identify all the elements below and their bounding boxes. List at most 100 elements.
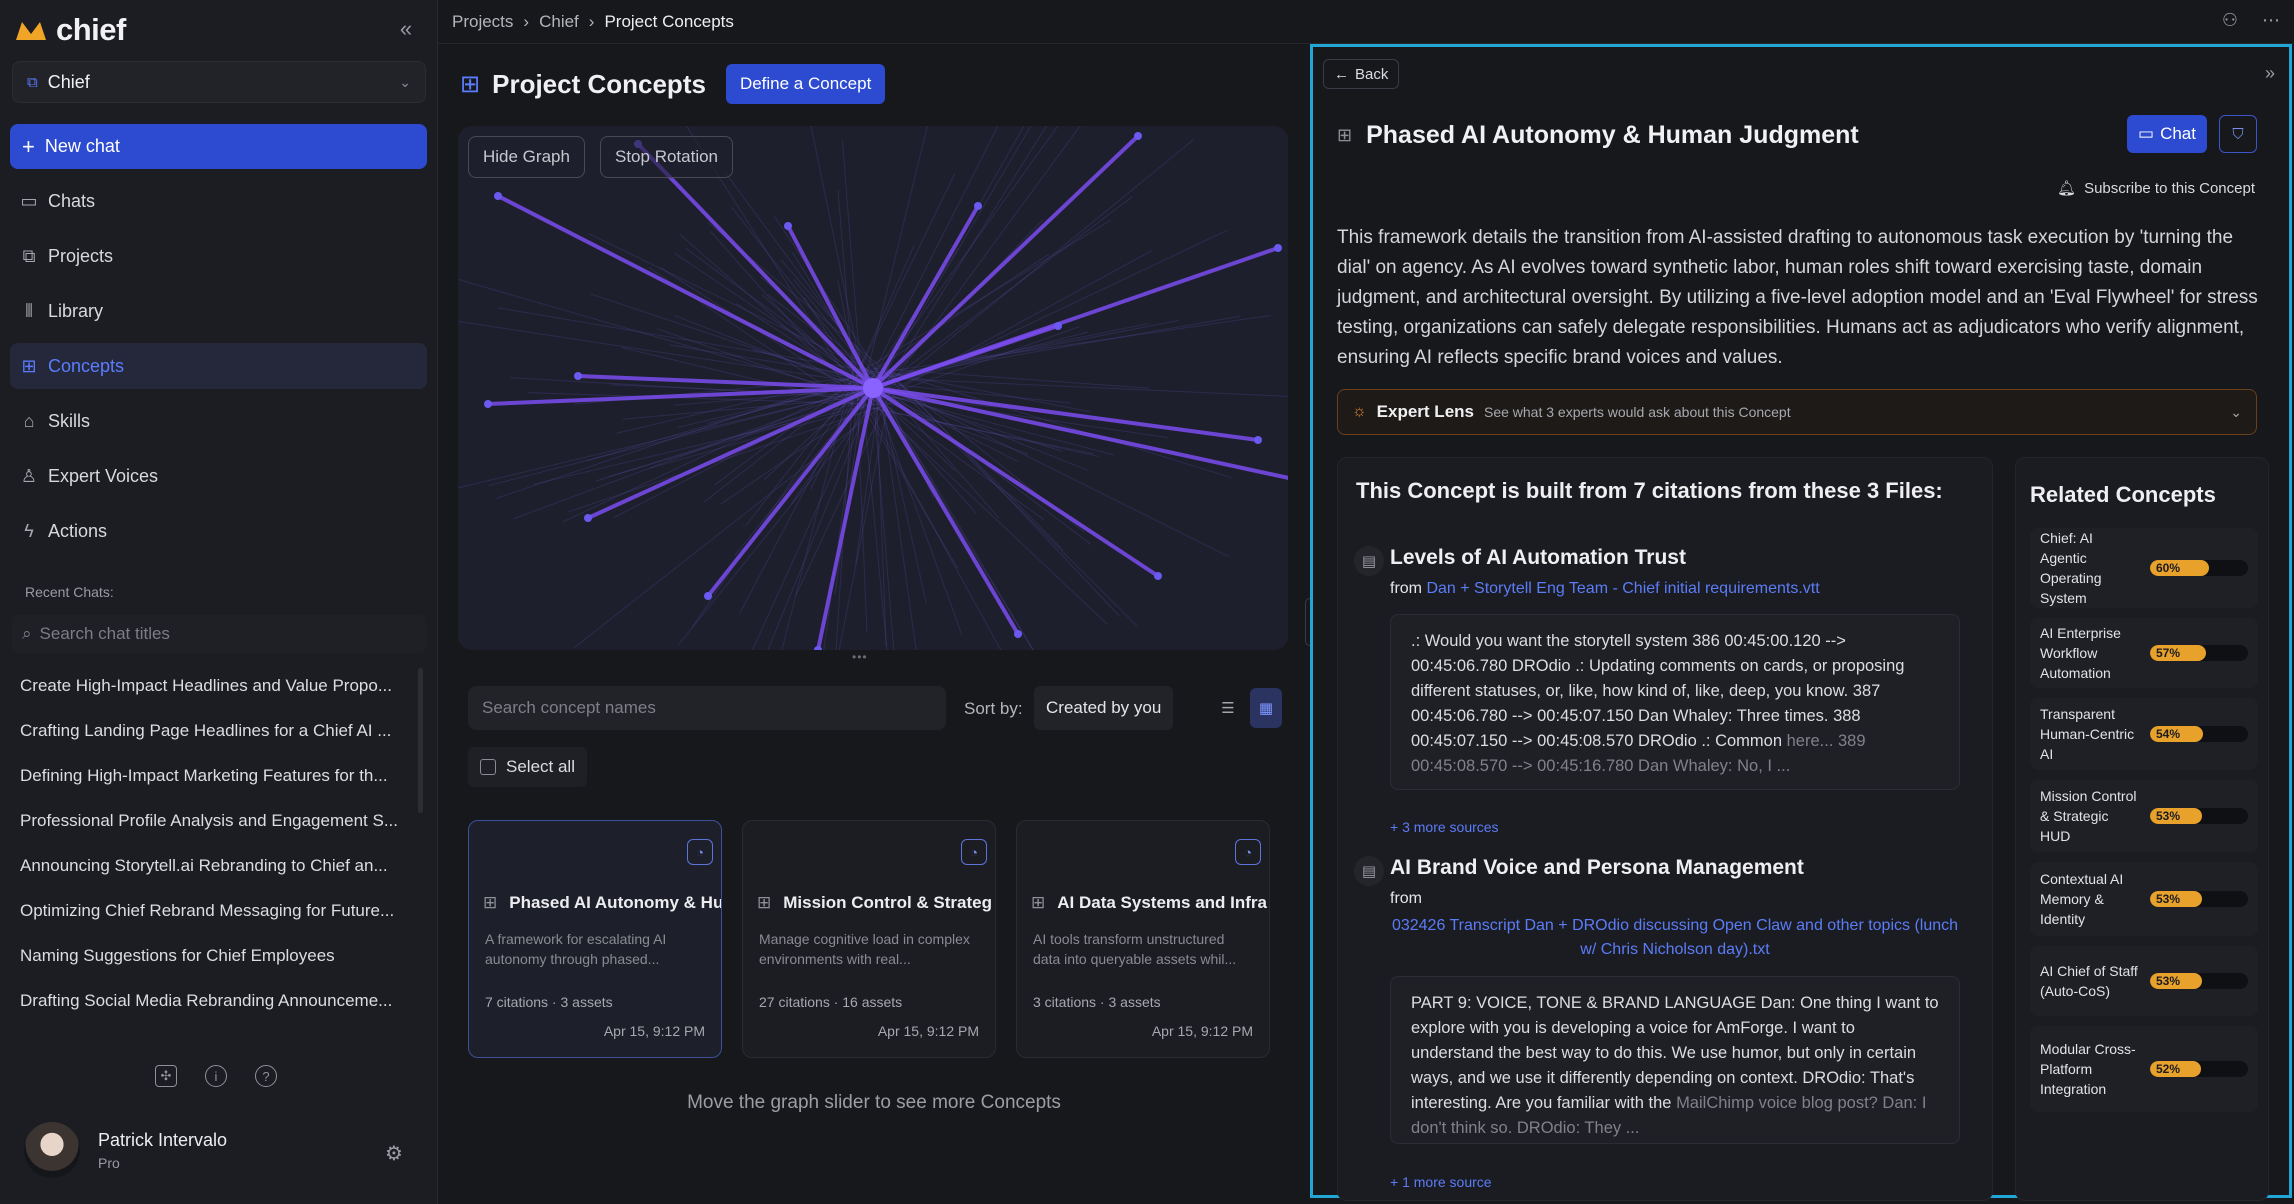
stop-rotation-button[interactable]: Stop Rotation <box>600 136 734 178</box>
similarity-bar: 53% <box>2150 973 2248 989</box>
logo[interactable]: chief <box>14 12 126 48</box>
list-view-icon[interactable]: ☰ <box>1212 688 1244 728</box>
related-concept-item[interactable]: Contextual AI Memory & Identity 53% <box>2030 862 2258 936</box>
workspace-selector[interactable]: ⧉ Chief ⌄ <box>12 61 426 103</box>
graph-node[interactable] <box>1274 244 1282 252</box>
sidebar-item-concepts[interactable]: ⊞ Concepts <box>10 343 427 389</box>
file-title: Levels of AI Automation Trust <box>1390 546 1686 569</box>
sidebar-item-label: Concepts <box>48 355 125 376</box>
page-title: Project Concepts <box>492 68 706 99</box>
sidebar-item-label: Expert Voices <box>48 465 159 486</box>
filter-icon[interactable]: ⛉ <box>2219 115 2257 153</box>
info-icon[interactable]: i <box>205 1065 227 1087</box>
related-concept-item[interactable]: Transparent Human-Centric AI 54% <box>2030 698 2258 770</box>
graph-node[interactable] <box>584 514 592 522</box>
new-chat-button[interactable]: + New chat <box>10 124 427 169</box>
user-profile[interactable]: Patrick Intervalo Pro <box>24 1122 227 1178</box>
search-concepts-input[interactable]: Search concept names <box>468 686 946 730</box>
list-item[interactable]: Professional Profile Analysis and Engage… <box>20 803 408 848</box>
search-chat-input[interactable]: ⌕ Search chat titles <box>12 615 426 653</box>
gear-icon[interactable]: ⚙ <box>383 1143 405 1165</box>
share-users-icon[interactable]: ⚇ <box>2222 10 2238 31</box>
source-link[interactable]: 032426 Transcript Dan + DROdio discussin… <box>1392 917 1958 958</box>
lightbulb-icon: ☼ <box>1352 403 1367 420</box>
sidebar-item-skills[interactable]: ⌂ Skills <box>10 398 427 444</box>
hide-graph-button[interactable]: Hide Graph <box>468 136 585 178</box>
graph-node[interactable] <box>784 222 792 230</box>
graph-node[interactable] <box>1014 630 1022 638</box>
list-item[interactable]: Naming Suggestions for Chief Employees <box>20 938 408 983</box>
related-concept-name: Modular Cross-Platform Integration <box>2040 1041 2136 1097</box>
graph-edge <box>773 216 886 382</box>
graph-node[interactable] <box>1054 322 1062 330</box>
related-concept-item[interactable]: Modular Cross-Platform Integration 52% <box>2030 1026 2258 1112</box>
sidebar-item-library[interactable]: ⫴ Library <box>10 288 427 334</box>
list-item[interactable]: Defining High-Impact Marketing Features … <box>20 758 408 803</box>
sidebar-item-expert-voices[interactable]: ♙ Expert Voices <box>10 453 427 499</box>
subscribe-button[interactable]: 🔔︎ Subscribe to this Concept <box>2057 179 2255 198</box>
list-item[interactable]: Announcing Storytell.ai Rebranding to Ch… <box>20 848 408 893</box>
puzzle-icon[interactable]: ✣ <box>155 1065 177 1087</box>
related-concept-item[interactable]: Chief: AI Agentic Operating System 60% <box>2030 528 2258 608</box>
source-link[interactable]: Dan + Storytell Eng Team - Chief initial… <box>1426 580 1819 597</box>
define-concept-button[interactable]: Define a Concept <box>725 64 886 104</box>
concept-card[interactable]: ◔ ⊞ AI Data Systems and Infra AI tools tr… <box>1016 820 1270 1058</box>
select-all-checkbox[interactable]: Select all <box>468 747 587 787</box>
list-item[interactable]: Crafting Landing Page Headlines for a Ch… <box>20 713 408 758</box>
list-item[interactable]: Drafting Social Media Rebranding Announc… <box>20 983 408 1028</box>
graph-node[interactable] <box>1134 132 1142 140</box>
sidebar-item-actions[interactable]: ϟ Actions <box>10 508 427 554</box>
graph-node[interactable] <box>704 592 712 600</box>
related-concept-item[interactable]: Mission Control & Strategic HUD 53% <box>2030 780 2258 852</box>
graph-slider-handle[interactable]: ••• <box>852 650 892 664</box>
more-sources-link[interactable]: + 3 more sources <box>1390 819 1499 835</box>
from-label: from <box>1390 580 1422 597</box>
concept-badge-icon: ◔ <box>687 839 713 865</box>
chat-button[interactable]: ▭ Chat <box>2127 115 2207 153</box>
graph-edge <box>590 293 859 385</box>
grid-view-icon[interactable]: ▦ <box>1250 688 1282 728</box>
more-icon[interactable]: ⋯ <box>2262 10 2280 31</box>
file-icon: ▤ <box>1354 546 1384 576</box>
citations-section: This Concept is built from 7 citations f… <box>1337 457 1993 1201</box>
breadcrumb-projects[interactable]: Projects <box>452 12 513 32</box>
graph-node[interactable] <box>1154 572 1162 580</box>
select-all-label: Select all <box>506 757 575 776</box>
chat-icon: ▭ <box>2138 124 2155 143</box>
breadcrumb-chief[interactable]: Chief <box>539 12 579 32</box>
checkbox[interactable] <box>480 759 496 775</box>
related-concept-item[interactable]: AI Chief of Staff (Auto-CoS) 53% <box>2030 946 2258 1016</box>
graph-node[interactable] <box>814 646 822 650</box>
graph-node[interactable] <box>974 202 982 210</box>
graph-node[interactable] <box>1254 436 1262 444</box>
logo-text: chief <box>56 12 126 47</box>
expert-lens-accordion[interactable]: ☼ Expert Lens See what 3 experts would a… <box>1337 389 2257 435</box>
more-sources-link[interactable]: + 1 more source <box>1390 1174 1492 1190</box>
concept-graph[interactable]: Hide Graph Stop Rotation <box>458 126 1288 650</box>
card-date: Apr 15, 9:12 PM <box>603 1023 705 1039</box>
concept-card[interactable]: ◔ ⊞ Phased AI Autonomy & Hu A framework f… <box>468 820 722 1058</box>
sidebar-utilities: ✣ i ? <box>155 1065 277 1087</box>
graph-edge <box>888 326 1080 396</box>
sidebar-item-chats[interactable]: ▭ Chats <box>10 178 427 224</box>
concept-card[interactable]: ◔ ⊞ Mission Control & Strateg Manage cogn… <box>742 820 996 1058</box>
scrollbar[interactable] <box>418 668 423 813</box>
graph-node[interactable] <box>494 192 502 200</box>
graph-hub-node[interactable] <box>863 378 883 398</box>
graph-canvas[interactable] <box>458 126 1288 650</box>
concepts-main: ⊞ Project Concepts Define a Concept Hide… <box>438 44 1310 1204</box>
expand-panel-icon[interactable]: » <box>2265 63 2275 84</box>
list-item[interactable]: Create High-Impact Headlines and Value P… <box>20 668 408 713</box>
graph-node[interactable] <box>574 372 582 380</box>
similarity-value: 52% <box>2150 1061 2201 1077</box>
collapse-sidebar-icon[interactable]: « <box>395 18 417 40</box>
related-concept-item[interactable]: AI Enterprise Workflow Automation 57% <box>2030 618 2258 688</box>
back-button[interactable]: ← Back <box>1323 59 1400 89</box>
graph-node[interactable] <box>484 400 492 408</box>
sidebar-item-projects[interactable]: ⧉ Projects <box>10 233 427 279</box>
help-icon[interactable]: ? <box>255 1065 277 1087</box>
sort-select[interactable]: Created by you <box>1034 686 1174 730</box>
list-item[interactable]: Optimizing Chief Rebrand Messaging for F… <box>20 893 408 938</box>
card-description: Manage cognitive load in complex environ… <box>759 931 970 967</box>
chief-logo-icon <box>16 22 46 40</box>
